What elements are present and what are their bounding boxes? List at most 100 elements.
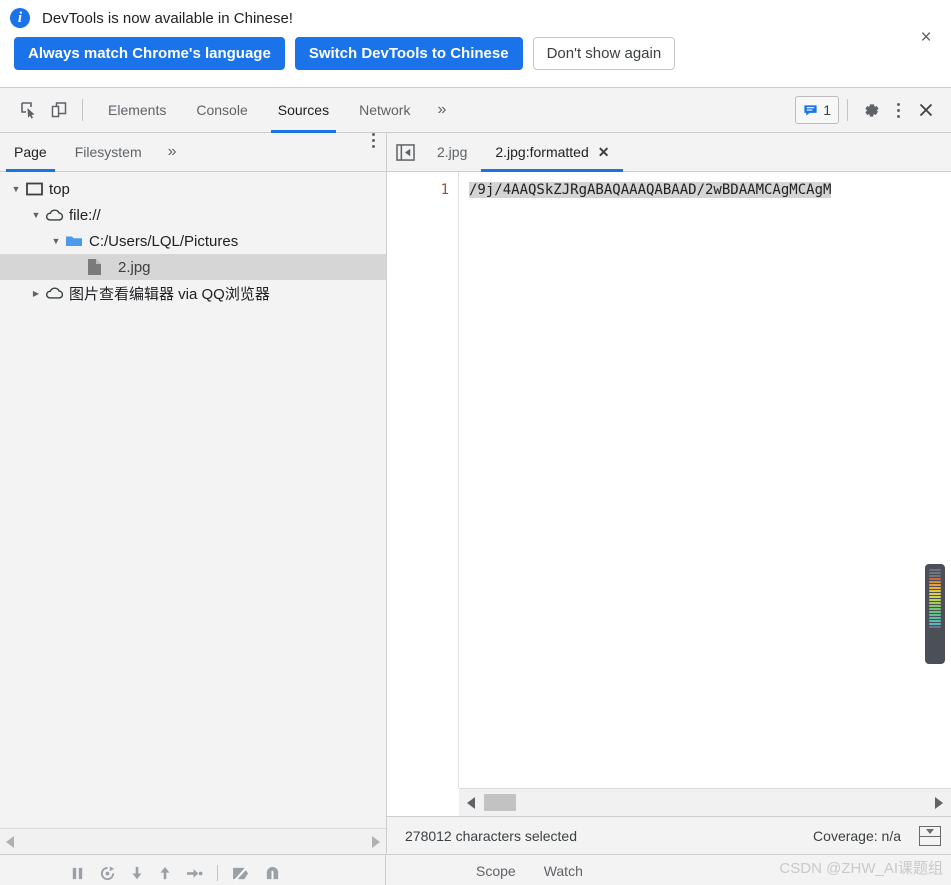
more-navigator-tabs-chevron-icon[interactable]: »: [156, 133, 189, 171]
editor-horizontal-scrollbar[interactable]: [459, 788, 951, 816]
scroll-right-arrow[interactable]: [372, 835, 380, 848]
twisty-expanded-icon[interactable]: ▼: [28, 210, 44, 220]
dont-show-again-button[interactable]: Don't show again: [532, 37, 676, 70]
scrollbar-thumb[interactable]: [484, 794, 516, 811]
show-navigator-icon[interactable]: [387, 133, 423, 171]
nav-tab-page[interactable]: Page: [0, 133, 61, 172]
issues-message-icon: [804, 104, 817, 116]
overview-ruler-line: [929, 593, 941, 595]
scroll-left-arrow[interactable]: [6, 835, 14, 848]
tab-watch[interactable]: Watch: [544, 863, 583, 879]
overview-ruler-line: [929, 605, 941, 607]
tree-item-label: file://: [69, 206, 101, 224]
tree-item-top[interactable]: ▼ top: [0, 176, 386, 202]
csdn-watermark: CSDN @ZHW_AI课题组: [779, 860, 943, 877]
kebab-menu-icon[interactable]: [886, 102, 911, 118]
panel-tabs: Elements Console Sources Network »: [93, 88, 458, 133]
selection-status-text: 278012 characters selected: [405, 827, 577, 844]
cloud-icon: [44, 208, 64, 222]
close-tab-icon[interactable]: ✕: [598, 145, 610, 159]
devtools-main-toolbar: Elements Console Sources Network » 1: [0, 88, 951, 133]
device-toolbar-icon[interactable]: [44, 95, 74, 125]
step-into-icon[interactable]: [130, 866, 144, 881]
overview-ruler-line: [929, 581, 941, 583]
issues-badge[interactable]: 1: [795, 96, 839, 124]
tab-sources[interactable]: Sources: [263, 88, 344, 133]
overview-ruler-line: [929, 620, 941, 622]
deactivate-breakpoints-icon[interactable]: [232, 865, 251, 881]
notification-actions: Always match Chrome's language Switch De…: [0, 28, 951, 70]
coverage-status-text: Coverage: n/a: [813, 827, 901, 844]
inspect-element-icon[interactable]: [14, 95, 44, 125]
navigator-tabbar: Page Filesystem »: [0, 133, 386, 172]
gear-icon[interactable]: [856, 95, 886, 125]
overview-ruler-line: [929, 587, 941, 589]
scroll-left-arrow[interactable]: [467, 796, 475, 809]
step-icon[interactable]: [186, 866, 203, 881]
tree-item-pictures-folder[interactable]: ▼ C:/Users/LQL/Pictures: [0, 228, 386, 254]
code-editor[interactable]: 1 /9j/4AAQSkZJRgABAQAAAQABAAD/2wBDAAMCAg…: [387, 172, 951, 788]
twisty-expanded-icon[interactable]: ▼: [48, 236, 64, 246]
code-content[interactable]: /9j/4AAQSkZJRgABAQAAAQABAAD/2wBDAAMCAgMC…: [459, 172, 951, 788]
selected-code-text[interactable]: /9j/4AAQSkZJRgABAQAAAQABAAD/2wBDAAMCAgMC…: [469, 182, 832, 198]
pause-script-icon[interactable]: [70, 866, 85, 881]
tree-item-label: top: [49, 180, 70, 198]
folder-icon: [64, 234, 84, 248]
issues-count: 1: [823, 102, 831, 118]
tree-item-qq-browser-origin[interactable]: ▶ 图片查看编辑器 via QQ浏览器: [0, 280, 386, 306]
navigator-horizontal-scrollbar[interactable]: [0, 828, 386, 854]
tree-item-file-origin[interactable]: ▼ file://: [0, 202, 386, 228]
always-match-language-button[interactable]: Always match Chrome's language: [14, 37, 285, 70]
scroll-right-arrow[interactable]: [935, 796, 943, 809]
notification-message: DevTools is now available in Chinese!: [42, 9, 293, 27]
info-icon: i: [10, 8, 30, 28]
navigator-kebab-menu-icon[interactable]: [361, 133, 386, 171]
more-panels-chevron-icon[interactable]: »: [425, 88, 458, 133]
overview-ruler-line: [929, 578, 941, 580]
editor-tab-label: 2.jpg: [437, 144, 468, 160]
sources-editor-pane: 2.jpg 2.jpg:formatted ✕ 1 /9j/4AAQSkZJRg…: [387, 133, 951, 854]
file-icon: [84, 258, 104, 276]
tab-console[interactable]: Console: [181, 88, 262, 133]
nav-tab-filesystem[interactable]: Filesystem: [61, 133, 156, 171]
toolbar-right-actions: 1: [795, 95, 951, 125]
tab-network[interactable]: Network: [344, 88, 425, 133]
close-devtools-icon[interactable]: [911, 95, 941, 125]
overview-ruler-line: [929, 599, 941, 601]
editor-tab-2jpg[interactable]: 2.jpg: [423, 133, 481, 171]
overview-ruler-line: [929, 626, 941, 628]
pause-on-exceptions-icon[interactable]: [265, 866, 280, 881]
drawer-bottom-part: [920, 837, 940, 844]
caret-down-icon: [926, 828, 934, 834]
tab-elements[interactable]: Elements: [93, 88, 181, 133]
devtools-window: i DevTools is now available in Chinese! …: [0, 0, 951, 885]
toolbar-divider-2: [847, 99, 848, 121]
line-number: 1: [440, 182, 449, 198]
twisty-collapsed-icon[interactable]: ▶: [28, 289, 44, 298]
overview-ruler-line: [929, 575, 941, 577]
editor-tab-2jpg-formatted[interactable]: 2.jpg:formatted ✕: [481, 133, 624, 172]
close-notification-icon[interactable]: ×: [915, 26, 937, 48]
tab-scope[interactable]: Scope: [476, 863, 516, 879]
drawer-top-part: [920, 827, 940, 838]
code-overview-ruler[interactable]: [925, 564, 945, 664]
overview-ruler-line: [929, 572, 941, 574]
overview-ruler-line: [929, 611, 941, 613]
step-out-icon[interactable]: [158, 866, 172, 881]
step-over-icon[interactable]: [99, 865, 116, 881]
show-drawer-icon[interactable]: [919, 825, 941, 846]
overview-ruler-line: [929, 608, 941, 610]
editor-status-bar: 278012 characters selected Coverage: n/a: [387, 816, 951, 854]
overview-ruler-line: [929, 614, 941, 616]
debugger-controls: [0, 855, 386, 885]
tree-item-label: C:/Users/LQL/Pictures: [89, 232, 239, 250]
overview-ruler-line: [929, 602, 941, 604]
switch-devtools-language-button[interactable]: Switch DevTools to Chinese: [294, 37, 523, 70]
twisty-expanded-icon[interactable]: ▼: [8, 184, 24, 194]
tree-item-2jpg[interactable]: 2.jpg: [0, 254, 386, 280]
toolbar-divider: [82, 99, 83, 121]
overview-ruler-line: [929, 596, 941, 598]
file-tree: ▼ top ▼ file:// ▼ C:/Users/LQL/Pictures …: [0, 172, 386, 828]
debugger-divider: [217, 865, 218, 881]
overview-ruler-line: [929, 584, 941, 586]
